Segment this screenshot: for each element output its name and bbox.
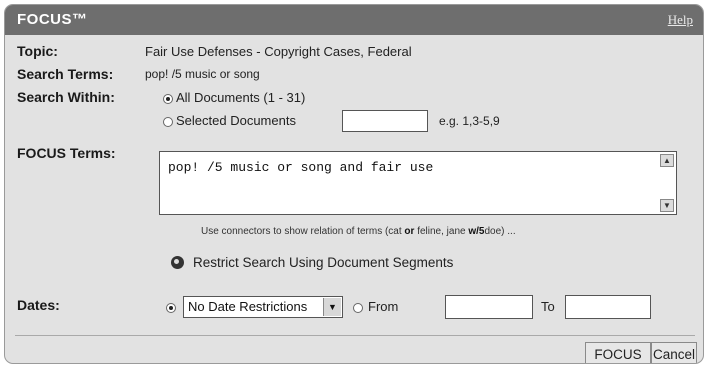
selected-documents-input[interactable] [342,110,428,132]
from-label: From [368,299,399,314]
date-restriction-select[interactable]: No Date Restrictions ▼ [183,296,343,318]
date-restriction-value: No Date Restrictions [188,299,308,314]
focus-terms-textarea[interactable]: pop! /5 music or song and fair use ▲ ▼ [159,151,677,215]
topic-label: Topic: [17,43,58,59]
topic-value: Fair Use Defenses - Copyright Cases, Fed… [145,44,412,59]
connectors-hint: Use connectors to show relation of terms… [201,226,516,237]
all-documents-radio[interactable] [163,94,173,104]
selected-documents-example: e.g. 1,3-5,9 [439,114,500,128]
selected-documents-radio[interactable] [163,117,173,127]
date-range-radio[interactable] [353,303,363,313]
divider [15,335,695,336]
restrict-segments-icon[interactable] [171,256,184,269]
selected-documents-label: Selected Documents [176,113,296,128]
cancel-button[interactable]: Cancel [651,342,697,363]
focus-button[interactable]: FOCUS [585,342,651,363]
search-terms-label: Search Terms: [17,66,114,82]
help-link[interactable]: Help [668,12,693,28]
search-within-label: Search Within: [17,89,115,105]
dates-label: Dates: [17,297,60,313]
dropdown-arrow-icon[interactable]: ▼ [323,298,341,316]
to-date-input[interactable] [565,295,651,319]
all-documents-label: All Documents (1 - 31) [176,90,306,105]
scroll-up-icon[interactable]: ▲ [660,154,674,167]
no-date-radio[interactable] [166,303,176,313]
restrict-segments-link[interactable]: Restrict Search Using Document Segments [193,255,453,270]
focus-terms-label: FOCUS Terms: [17,145,116,161]
focus-dialog: FOCUS™ Help Topic: Fair Use Defenses - C… [4,4,704,364]
dialog-title: FOCUS™ [17,11,88,28]
scroll-down-icon[interactable]: ▼ [660,199,674,212]
from-date-input[interactable] [445,295,533,319]
search-terms-value: pop! /5 music or song [145,67,260,81]
to-label: To [541,299,555,314]
focus-terms-text: pop! /5 music or song and fair use [168,160,434,175]
title-bar: FOCUS™ Help [5,5,703,35]
